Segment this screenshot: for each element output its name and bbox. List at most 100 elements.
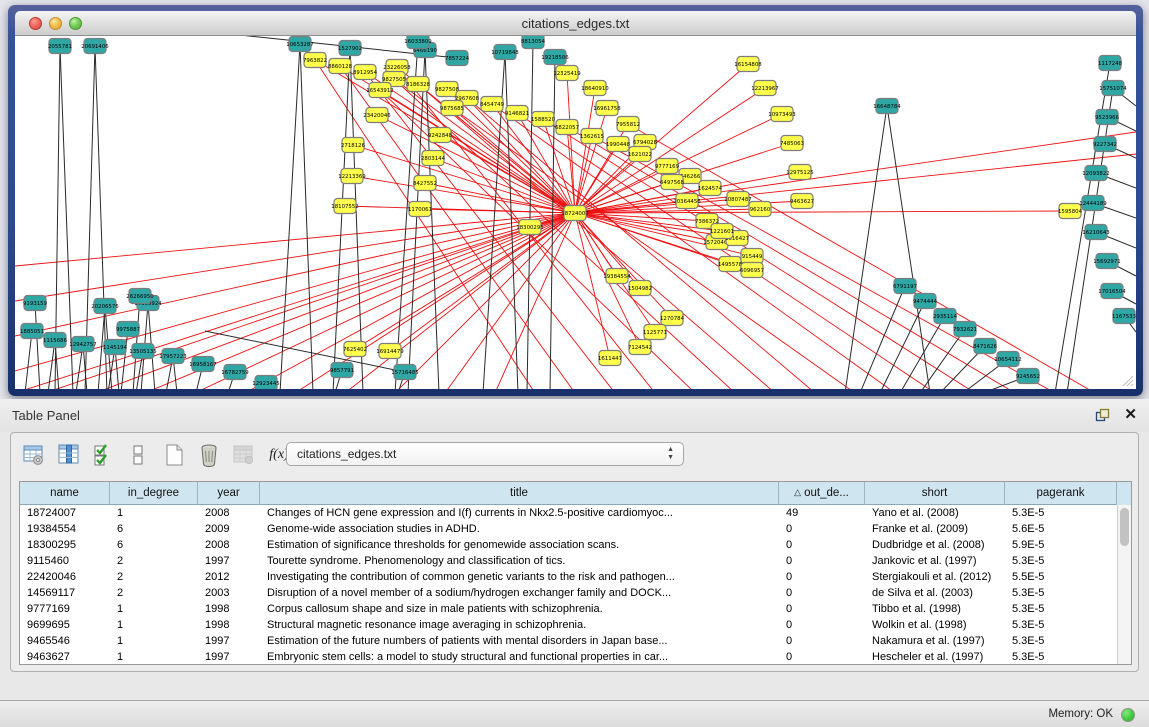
network-edge[interactable]: [527, 41, 533, 389]
network-node[interactable]: 1115686: [43, 333, 68, 348]
network-node[interactable]: 10973493: [768, 107, 795, 122]
network-node[interactable]: 17016504: [1098, 284, 1126, 299]
table-settings-icon[interactable]: [21, 442, 47, 468]
close-panel-icon[interactable]: ✕: [1124, 407, 1137, 423]
network-node[interactable]: 6096957: [740, 263, 764, 278]
network-node[interactable]: 7932621: [953, 322, 977, 337]
network-node[interactable]: 7963822: [303, 53, 327, 68]
cell-short[interactable]: Wolkin et al. (1998): [865, 617, 1005, 633]
network-node[interactable]: 9975887: [116, 322, 140, 337]
cell-name[interactable]: 19384554: [20, 521, 110, 537]
column-header-pagerank[interactable]: pagerank: [1005, 482, 1117, 505]
network-node[interactable]: 12942757: [69, 337, 96, 352]
cell-in_degree[interactable]: 1: [110, 633, 198, 649]
cell-short[interactable]: Jankovic et al. (1997): [865, 553, 1005, 569]
network-edge[interactable]: [280, 44, 300, 389]
cell-out_degree[interactable]: 0: [779, 617, 865, 633]
network-node[interactable]: 1621022: [628, 147, 652, 162]
network-node[interactable]: 16033809: [404, 36, 432, 49]
network-edge[interactable]: [880, 301, 925, 389]
cell-pagerank[interactable]: 5.3E-5: [1005, 633, 1117, 649]
network-edge[interactable]: [95, 46, 107, 389]
network-node[interactable]: 1504982: [628, 281, 652, 296]
float-panel-icon[interactable]: [1095, 408, 1110, 423]
network-node[interactable]: 1624574: [698, 181, 723, 196]
network-node[interactable]: 1170061: [408, 202, 432, 217]
network-node[interactable]: 18640910: [581, 81, 609, 96]
cell-year[interactable]: 1998: [198, 617, 260, 633]
network-node[interactable]: 18724007: [561, 206, 588, 221]
cell-name[interactable]: 9465546: [20, 633, 110, 649]
cell-out_degree[interactable]: 0: [779, 569, 865, 585]
scrollbar-thumb[interactable]: [1120, 508, 1129, 546]
network-edge[interactable]: [300, 44, 313, 389]
column-header-short[interactable]: short: [865, 482, 1005, 505]
cell-out_degree[interactable]: 0: [779, 553, 865, 569]
network-node[interactable]: 16961758: [593, 101, 621, 116]
cell-in_degree[interactable]: 1: [110, 505, 198, 521]
network-node[interactable]: 8860128: [328, 59, 353, 74]
cell-pagerank[interactable]: 5.3E-5: [1005, 585, 1117, 601]
column-header-year[interactable]: year: [198, 482, 260, 505]
network-node[interactable]: 1167533: [1112, 309, 1136, 324]
network-node[interactable]: 18300295: [516, 220, 543, 235]
cell-year[interactable]: 1997: [198, 633, 260, 649]
network-node[interactable]: 16782759: [221, 365, 249, 380]
network-edge[interactable]: [195, 213, 575, 389]
cell-pagerank[interactable]: 5.6E-5: [1005, 521, 1117, 537]
network-node[interactable]: 7625402: [343, 342, 367, 357]
network-node[interactable]: 8454749: [480, 97, 505, 112]
delete-table-icon[interactable]: [196, 442, 222, 468]
network-node[interactable]: 6791197: [893, 279, 917, 294]
network-node[interactable]: 7857224: [445, 51, 470, 66]
network-node[interactable]: 8912954: [353, 65, 378, 80]
network-node[interactable]: 10807487: [724, 192, 751, 207]
network-window-titlebar[interactable]: citations_edges.txt: [15, 11, 1136, 36]
network-node[interactable]: 15692971: [1093, 254, 1120, 269]
network-node[interactable]: 9245652: [1016, 369, 1040, 384]
cell-name[interactable]: 18724007: [20, 505, 110, 521]
cell-title[interactable]: Disruption of a novel member of a sodium…: [260, 585, 779, 601]
network-node[interactable]: 16154808: [734, 57, 762, 72]
network-node[interactable]: 9463627: [790, 194, 814, 209]
network-node[interactable]: 1495578: [718, 257, 743, 272]
table-row[interactable]: 1830029562008Estimation of significance …: [20, 537, 1131, 553]
network-node[interactable]: 1221601: [710, 224, 734, 239]
network-edge[interactable]: [355, 213, 575, 349]
network-node[interactable]: 9523966: [1095, 110, 1120, 125]
network-node[interactable]: 2935114: [933, 309, 958, 324]
network-node[interactable]: 13505135: [129, 344, 156, 359]
network-node[interactable]: 915449: [741, 249, 763, 264]
network-node[interactable]: 9777169: [655, 159, 680, 174]
network-edge[interactable]: [350, 48, 363, 389]
import-table-icon-disabled[interactable]: [231, 442, 257, 468]
network-node[interactable]: 12213369: [338, 169, 366, 184]
select-all-icon[interactable]: [91, 442, 117, 468]
cell-year[interactable]: 2008: [198, 537, 260, 553]
network-node[interactable]: 12093822: [1082, 166, 1109, 181]
table-row[interactable]: 969969511998Structural magnetic resonanc…: [20, 617, 1131, 633]
column-header-out_degree[interactable]: △out_de...: [779, 482, 865, 505]
network-node[interactable]: 2718126: [341, 138, 366, 153]
cell-out_degree[interactable]: 0: [779, 601, 865, 617]
cell-year[interactable]: 1998: [198, 601, 260, 617]
network-view-window[interactable]: citations_edges.txt 18724007 796382288601…: [8, 5, 1143, 396]
cell-name[interactable]: 9463627: [20, 649, 110, 665]
network-node[interactable]: 8813054: [521, 36, 546, 49]
table-row[interactable]: 1872400712008Changes of HCN gene express…: [20, 505, 1131, 521]
table-vertical-scrollbar[interactable]: [1117, 505, 1131, 664]
table-row[interactable]: 1938455462009Genome-wide association stu…: [20, 521, 1131, 537]
network-node[interactable]: 16958167: [189, 357, 216, 372]
cell-title[interactable]: Investigating the contribution of common…: [260, 569, 779, 585]
network-node[interactable]: 6822057: [555, 120, 579, 135]
table-row[interactable]: 977716911998Corpus callosum shape and si…: [20, 601, 1131, 617]
network-node[interactable]: 10654112: [994, 352, 1021, 367]
network-node[interactable]: 16648784: [873, 99, 901, 114]
network-node[interactable]: 16914479: [376, 344, 404, 359]
cell-name[interactable]: 18300295: [20, 537, 110, 553]
network-edge[interactable]: [408, 50, 425, 389]
cell-year[interactable]: 2012: [198, 569, 260, 585]
table-row[interactable]: 946362711997Embryonic stem cells: a mode…: [20, 649, 1131, 665]
network-node[interactable]: 9857791: [330, 363, 354, 378]
cell-name[interactable]: 9699695: [20, 617, 110, 633]
